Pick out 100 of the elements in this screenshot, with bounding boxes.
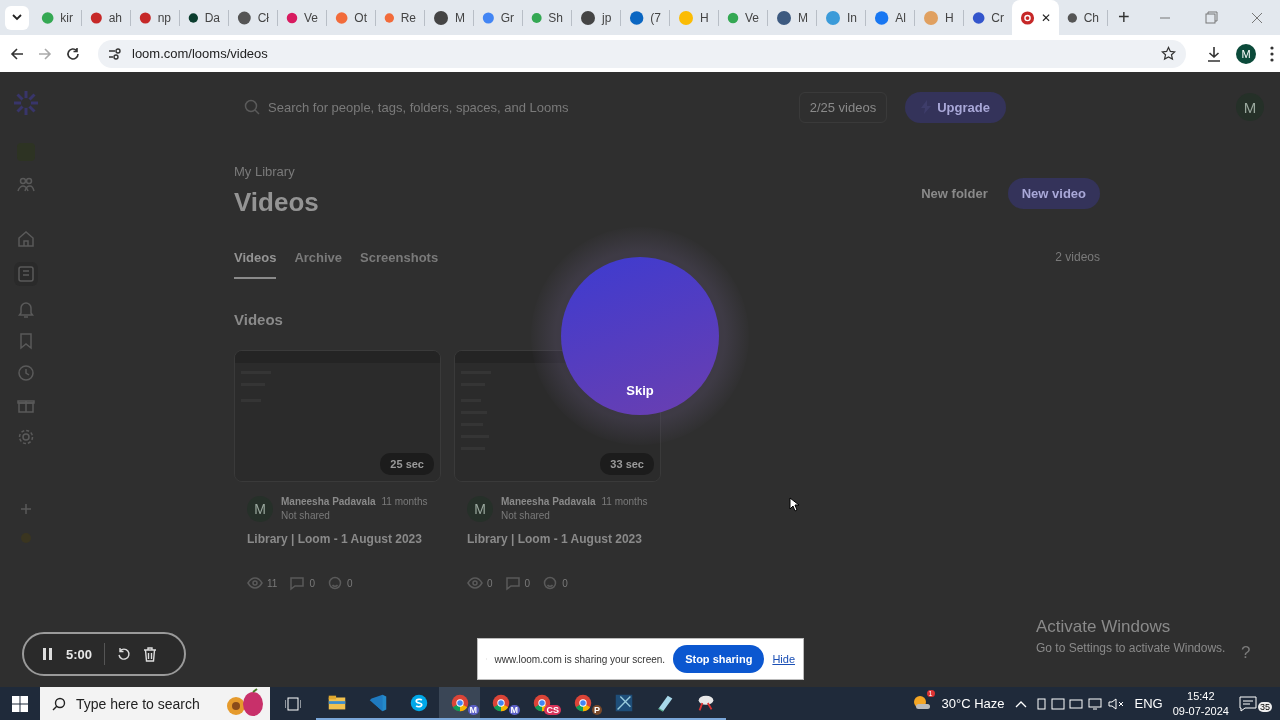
- tab-search-button[interactable]: [5, 5, 29, 30]
- close-icon[interactable]: ✕: [1041, 10, 1051, 25]
- back-icon[interactable]: [10, 46, 24, 61]
- notifications-icon[interactable]: [1239, 695, 1257, 712]
- stop-sharing-button[interactable]: Stop sharing: [673, 645, 765, 673]
- address-bar[interactable]: loom.com/looms/videos: [98, 39, 1186, 68]
- more-menu-icon[interactable]: [1270, 45, 1274, 62]
- system-tray-drawing[interactable]: [1036, 696, 1125, 711]
- mouse-cursor-icon: [789, 497, 799, 512]
- browser-tab[interactable]: Sh: [523, 0, 571, 35]
- reactions-icon: [542, 576, 559, 591]
- stat-count: 0: [487, 578, 493, 589]
- user-avatar[interactable]: M: [1236, 93, 1264, 121]
- activation-hint: Go to Settings to activate Windows.: [1036, 641, 1226, 655]
- stat-count: 0: [346, 578, 353, 589]
- new-tab-button[interactable]: +: [1118, 6, 1130, 29]
- profile-badge: P: [592, 705, 602, 715]
- pause-icon[interactable]: [42, 648, 54, 660]
- reactions-icon: [326, 576, 343, 591]
- browser-tab[interactable]: Al: [866, 0, 914, 35]
- taskbar-app[interactable]: M: [439, 687, 480, 720]
- video-title[interactable]: Library | Loom - 1 August 2023: [234, 532, 439, 546]
- browser-tab[interactable]: Ve: [719, 0, 767, 35]
- library-tab[interactable]: Videos: [234, 250, 277, 279]
- clock[interactable]: 15:42 09-07-2024: [1172, 688, 1229, 719]
- activation-title: Activate Windows: [1036, 617, 1172, 637]
- upload-time: 11 months: [381, 496, 428, 507]
- video-thumbnail[interactable]: 25 sec: [234, 350, 441, 482]
- download-icon[interactable]: [1206, 45, 1222, 62]
- bookmark-star-icon[interactable]: [1161, 46, 1176, 61]
- browser-tab[interactable]: Ch: [1059, 0, 1107, 35]
- language-indicator[interactable]: ENG: [1134, 696, 1163, 711]
- forward-icon: [38, 46, 52, 61]
- browser-tab[interactable]: np: [131, 0, 179, 35]
- reload-icon[interactable]: [66, 46, 80, 61]
- taskbar-search-field[interactable]: Type here to search: [40, 687, 270, 720]
- video-title[interactable]: Library | Loom - 1 August 2023: [454, 532, 659, 546]
- browser-tab[interactable]: H: [915, 0, 963, 35]
- comments-icon: [289, 576, 306, 591]
- profile-badge: M: [508, 705, 520, 715]
- browser-tab[interactable]: Gr: [474, 0, 522, 35]
- author-avatar: M: [247, 496, 273, 522]
- browser-tab[interactable]: Ot: [327, 0, 375, 35]
- stat-count: 0: [309, 578, 315, 589]
- browser-tab[interactable]: In: [817, 0, 865, 35]
- views-icon: [467, 576, 483, 591]
- section-heading: Videos: [234, 311, 284, 328]
- chevron-up-icon[interactable]: [1014, 699, 1027, 708]
- skip-button[interactable]: Skip: [626, 383, 654, 398]
- browser-tab[interactable]: Cł: [229, 0, 277, 35]
- taskbar-app[interactable]: P: [562, 687, 603, 720]
- duration-badge: 33 sec: [600, 453, 654, 475]
- search-icon: [52, 696, 66, 711]
- task-view-icon: [285, 696, 301, 711]
- browser-tab[interactable]: Cr: [964, 0, 1012, 35]
- browser-tab[interactable]: (7: [621, 0, 669, 35]
- restart-icon[interactable]: [117, 647, 132, 661]
- notification-count: 35: [1258, 701, 1272, 712]
- profile-badge: M: [467, 705, 479, 715]
- author-name: Maneesha Padavala: [281, 496, 376, 507]
- browser-tab[interactable]: jp: [572, 0, 620, 35]
- weather-icon: [911, 694, 932, 710]
- search-icon: [244, 99, 260, 115]
- profile-avatar[interactable]: M: [1236, 43, 1256, 64]
- browser-tab[interactable]: H: [670, 0, 718, 35]
- chevron-down-icon: [12, 14, 22, 21]
- taskbar-app[interactable]: M: [480, 687, 521, 720]
- browser-tab[interactable]: M: [768, 0, 816, 35]
- duration-badge: 25 sec: [380, 453, 434, 475]
- sharing-message: www.loom.com is sharing your screen.: [494, 653, 666, 665]
- new-video-button[interactable]: New video: [1007, 178, 1100, 209]
- site-settings-icon[interactable]: [108, 47, 122, 60]
- browser-tab[interactable]: kir: [33, 0, 81, 35]
- browser-tab[interactable]: Re: [376, 0, 424, 35]
- profile-badge: CS: [544, 705, 561, 715]
- stat-count: 0: [562, 578, 568, 589]
- search-highlight-icon: [224, 688, 266, 718]
- browser-tab[interactable]: ✕: [1012, 0, 1059, 35]
- video-count: 2 videos: [1055, 249, 1100, 264]
- sharing-status: Not shared: [281, 510, 331, 521]
- hide-link[interactable]: Hide: [772, 653, 795, 665]
- stat-count: 11: [267, 578, 278, 589]
- author-avatar: M: [467, 496, 493, 522]
- views-icon: [247, 576, 263, 591]
- comments-icon: [504, 576, 521, 591]
- taskbar-app[interactable]: CS: [521, 687, 562, 720]
- windows-logo-icon: [12, 695, 28, 712]
- page-title: Videos: [234, 187, 319, 218]
- browser-tab[interactable]: ah: [82, 0, 130, 35]
- weather-text: 30°C Haze: [941, 696, 1005, 711]
- browser-tab[interactable]: Da: [180, 0, 228, 35]
- trash-icon[interactable]: [143, 646, 158, 662]
- recording-timer: 5:00: [66, 646, 93, 662]
- browser-tab[interactable]: M: [425, 0, 473, 35]
- upgrade-button[interactable]: Upgrade: [905, 91, 1006, 123]
- new-folder-button[interactable]: New folder: [921, 186, 988, 201]
- upload-time: 11 months: [601, 496, 648, 507]
- browser-tab[interactable]: Ve: [278, 0, 326, 35]
- usage-indicator[interactable]: 2/25 videos: [798, 91, 888, 123]
- author-name: Maneesha Padavala: [501, 496, 596, 507]
